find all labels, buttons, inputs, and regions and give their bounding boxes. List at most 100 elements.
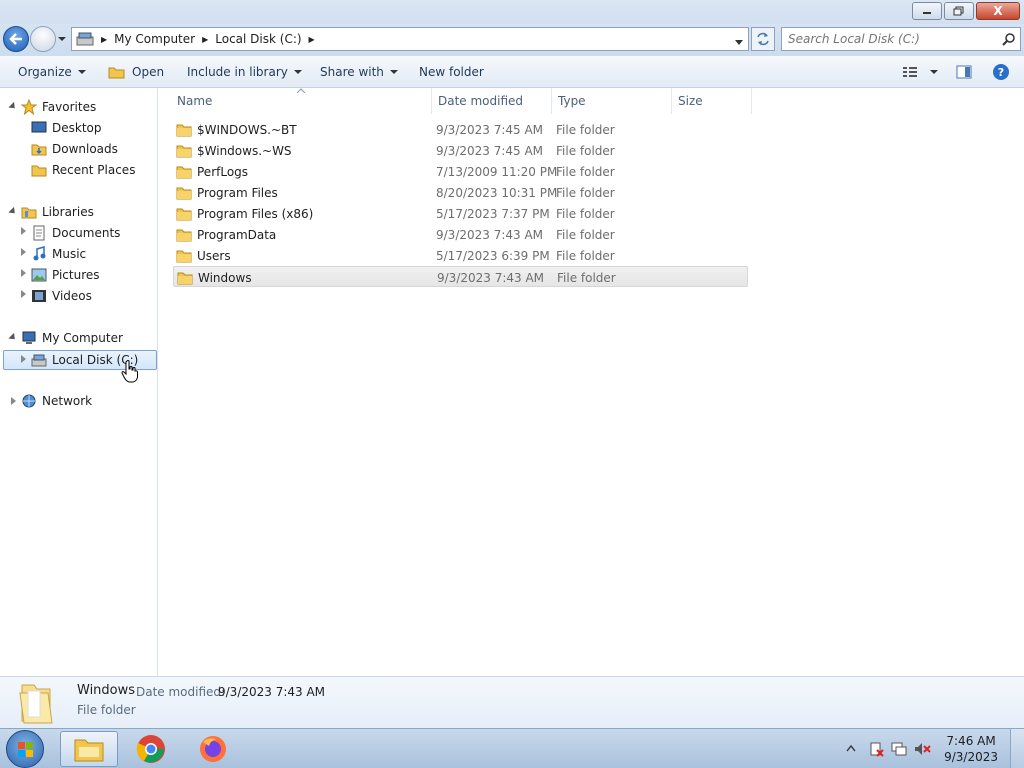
- nav-my-computer[interactable]: My Computer: [20, 328, 123, 348]
- organize-button[interactable]: Organize: [18, 56, 86, 87]
- details-date-value: 9/3/2023 7:43 AM: [218, 685, 326, 699]
- breadcrumb-local-disk[interactable]: Local Disk (C:): [211, 28, 305, 50]
- include-in-library-button[interactable]: Include in library: [187, 56, 302, 87]
- new-folder-button[interactable]: New folder: [419, 56, 484, 87]
- restore-button[interactable]: [944, 2, 974, 20]
- nav-pictures[interactable]: Pictures: [30, 265, 100, 285]
- file-name[interactable]: Windows: [198, 267, 252, 288]
- refresh-button[interactable]: [751, 27, 775, 51]
- nav-recent-label: Recent Places: [52, 163, 136, 177]
- file-row[interactable]: $WINDOWS.~BT 9/3/2023 7:45 AM File folder: [173, 119, 748, 140]
- file-row[interactable]: ProgramData 9/3/2023 7:43 AM File folder: [173, 224, 748, 245]
- folder-large-icon: [19, 684, 53, 724]
- forward-button[interactable]: [30, 26, 56, 52]
- expand-arrow-icon[interactable]: [21, 227, 26, 235]
- command-bar: Organize Open Include in library Share w…: [0, 56, 1024, 88]
- details-date-label: Date modified:: [136, 685, 226, 699]
- file-name[interactable]: Users: [197, 245, 231, 266]
- preview-pane-button[interactable]: [956, 56, 972, 87]
- volume-muted-icon[interactable]: [914, 741, 932, 757]
- back-button[interactable]: [3, 26, 29, 52]
- clock-date: 9/3/2023: [944, 750, 998, 764]
- window-controls: X: [912, 2, 1020, 20]
- file-date: 9/3/2023 7:45 AM: [436, 143, 544, 158]
- network-status-icon[interactable]: [890, 741, 908, 757]
- nav-network[interactable]: Network: [20, 391, 92, 411]
- action-center-icon[interactable]: [868, 741, 884, 757]
- nav-downloads[interactable]: Downloads: [30, 139, 118, 159]
- music-icon: [30, 246, 48, 262]
- breadcrumb-computer[interactable]: My Computer: [110, 28, 199, 50]
- column-header-date[interactable]: Date modified: [432, 88, 552, 114]
- column-header-size[interactable]: Size: [672, 88, 752, 114]
- nav-videos[interactable]: Videos: [30, 286, 92, 306]
- breadcrumb-separator[interactable]: ▶: [98, 35, 110, 44]
- start-button[interactable]: [6, 730, 44, 768]
- history-dropdown[interactable]: [57, 33, 67, 45]
- address-bar[interactable]: ▶ My Computer ▶ Local Disk (C:) ▶: [71, 27, 749, 51]
- breadcrumb-separator[interactable]: ▶: [199, 35, 211, 44]
- file-name[interactable]: $WINDOWS.~BT: [197, 119, 297, 140]
- folder-icon: [176, 119, 192, 140]
- file-row[interactable]: Program Files (x86) 5/17/2023 7:37 PM File…: [173, 203, 748, 224]
- taskbar-firefox[interactable]: [184, 731, 242, 767]
- help-button[interactable]: ?: [992, 56, 1010, 87]
- show-hidden-icons-icon[interactable]: [846, 744, 856, 752]
- minimize-button[interactable]: [912, 2, 942, 20]
- documents-icon: [30, 225, 48, 241]
- file-row[interactable]: Program Files 8/20/2023 10:31 PM File fold…: [173, 182, 748, 203]
- new-folder-label: New folder: [419, 64, 484, 79]
- nav-favorites[interactable]: Favorites: [20, 97, 96, 117]
- computer-icon: [20, 330, 38, 346]
- taskbar-explorer[interactable]: [60, 731, 118, 767]
- nav-documents[interactable]: Documents: [30, 223, 120, 243]
- libraries-icon: [20, 204, 38, 220]
- file-date: 5/17/2023 6:39 PM: [436, 248, 550, 263]
- nav-recent-places[interactable]: Recent Places: [30, 160, 135, 180]
- expand-arrow-icon[interactable]: [21, 290, 26, 298]
- search-input[interactable]: [788, 29, 998, 49]
- file-name[interactable]: Program Files: [197, 182, 278, 203]
- file-type: File folder: [556, 248, 615, 263]
- nav-libraries[interactable]: Libraries: [20, 202, 94, 222]
- nav-desktop[interactable]: Desktop: [30, 118, 102, 138]
- expand-arrow-icon[interactable]: [8, 101, 18, 112]
- chevron-down-icon: [389, 69, 398, 74]
- column-header-name[interactable]: Name: [159, 88, 432, 114]
- close-button[interactable]: X: [976, 2, 1020, 20]
- file-date: 9/3/2023 7:45 AM: [436, 122, 544, 137]
- expand-arrow-icon[interactable]: [21, 269, 26, 277]
- expand-arrow-icon[interactable]: [8, 332, 18, 343]
- expand-arrow-icon[interactable]: [11, 397, 16, 405]
- column-header-type[interactable]: Type: [552, 88, 672, 114]
- share-with-button[interactable]: Share with: [320, 56, 398, 87]
- file-list: Name Date modified Type Size $WINDOWS.~B…: [159, 88, 1024, 676]
- expand-arrow-icon[interactable]: [8, 206, 18, 217]
- taskbar-chrome[interactable]: [122, 731, 180, 767]
- open-label: Open: [132, 64, 165, 79]
- search-icon[interactable]: [1002, 32, 1016, 49]
- firefox-icon: [200, 736, 226, 762]
- address-dropdown-icon[interactable]: [734, 36, 744, 50]
- chrome-icon: [136, 735, 165, 763]
- file-row[interactable]: Users 5/17/2023 6:39 PM File folder: [173, 245, 748, 266]
- expand-arrow-icon[interactable]: [21, 248, 26, 256]
- clock[interactable]: 7:46 AM 9/3/2023: [944, 733, 998, 765]
- desktop-icon: [30, 120, 48, 136]
- file-row[interactable]: PerfLogs 7/13/2009 11:20 PM File folder: [173, 161, 748, 182]
- file-name[interactable]: ProgramData: [197, 224, 276, 245]
- file-name[interactable]: Program Files (x86): [197, 203, 313, 224]
- change-view-button[interactable]: [902, 56, 938, 87]
- details-type: File folder: [77, 703, 136, 717]
- nav-music[interactable]: Music: [30, 244, 86, 264]
- file-row[interactable]: $Windows.~WS 9/3/2023 7:45 AM File folder: [173, 140, 748, 161]
- file-name[interactable]: PerfLogs: [197, 161, 248, 182]
- show-desktop-button[interactable]: [1010, 729, 1024, 768]
- column-date-label: Date modified: [438, 94, 524, 108]
- expand-arrow-icon[interactable]: [21, 355, 26, 363]
- open-button[interactable]: Open: [108, 56, 164, 87]
- file-name[interactable]: $Windows.~WS: [197, 140, 292, 161]
- search-box[interactable]: [781, 27, 1021, 51]
- breadcrumb-separator[interactable]: ▶: [306, 35, 318, 44]
- file-row[interactable]: Windows 9/3/2023 7:43 AM File folder: [173, 266, 748, 287]
